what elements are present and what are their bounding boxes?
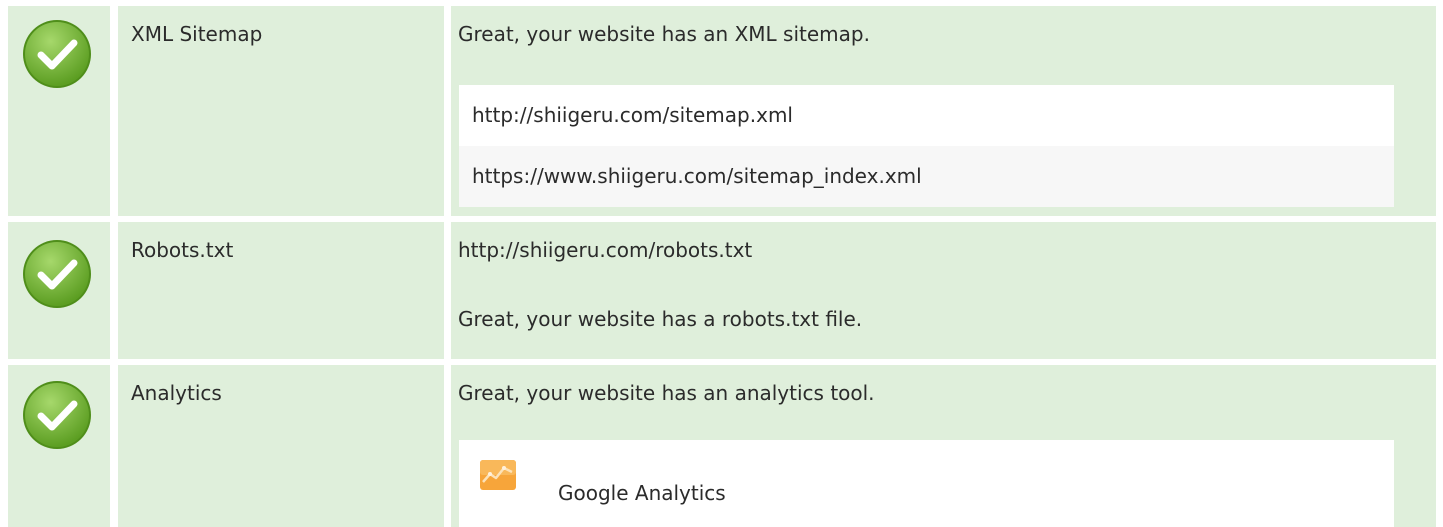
check-name-cell: XML Sitemap (118, 6, 444, 216)
check-name: XML Sitemap (131, 22, 263, 46)
result-message: Great, your website has a robots.txt fil… (458, 307, 863, 331)
check-icon (23, 240, 91, 308)
result-message: Great, your website has an analytics too… (458, 381, 875, 405)
sitemap-url[interactable]: https://www.shiigeru.com/sitemap_index.x… (459, 146, 1394, 207)
status-cell-xml-sitemap (8, 6, 110, 216)
check-name: Analytics (131, 381, 222, 405)
analytics-tool-label: Google Analytics (558, 481, 726, 505)
robots-url[interactable]: http://shiigeru.com/robots.txt (458, 237, 752, 263)
analytics-tool-item: Google Analytics (459, 440, 1394, 527)
check-icon (23, 381, 91, 449)
check-name-cell: Robots.txt (118, 222, 444, 359)
check-name: Robots.txt (131, 238, 234, 262)
check-name-cell: Analytics (118, 365, 444, 527)
check-result-cell: http://shiigeru.com/robots.txt Great, yo… (451, 222, 1436, 359)
check-icon (23, 20, 91, 88)
result-message: Great, your website has an XML sitemap. (458, 22, 870, 46)
status-cell-analytics (8, 365, 110, 527)
google-analytics-icon (480, 460, 516, 490)
sitemap-url[interactable]: http://shiigeru.com/sitemap.xml (459, 85, 1394, 146)
check-result-cell: Great, your website has an XML sitemap. … (451, 6, 1436, 216)
check-result-cell: Great, your website has an analytics too… (451, 365, 1436, 527)
status-cell-robots (8, 222, 110, 359)
